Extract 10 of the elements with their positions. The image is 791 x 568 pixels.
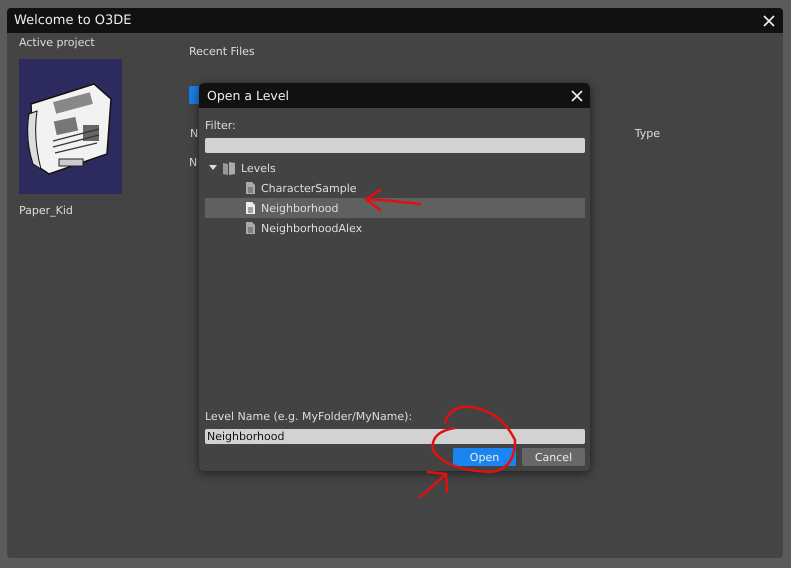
section-heading: Active project [19, 36, 96, 49]
column-header: N [190, 127, 198, 140]
section-heading: Recent Files [189, 45, 256, 58]
column-header: Type [634, 127, 660, 140]
field-label: Level Name (e.g. MyFolder/MyName): [205, 410, 414, 423]
field-label: Filter: [205, 119, 237, 132]
table-cell: N [189, 156, 198, 169]
window-title: Welcome to O3DE [14, 13, 132, 28]
project-name: Paper_Kid [19, 204, 74, 217]
dialog-title: Open a Level [207, 88, 289, 103]
